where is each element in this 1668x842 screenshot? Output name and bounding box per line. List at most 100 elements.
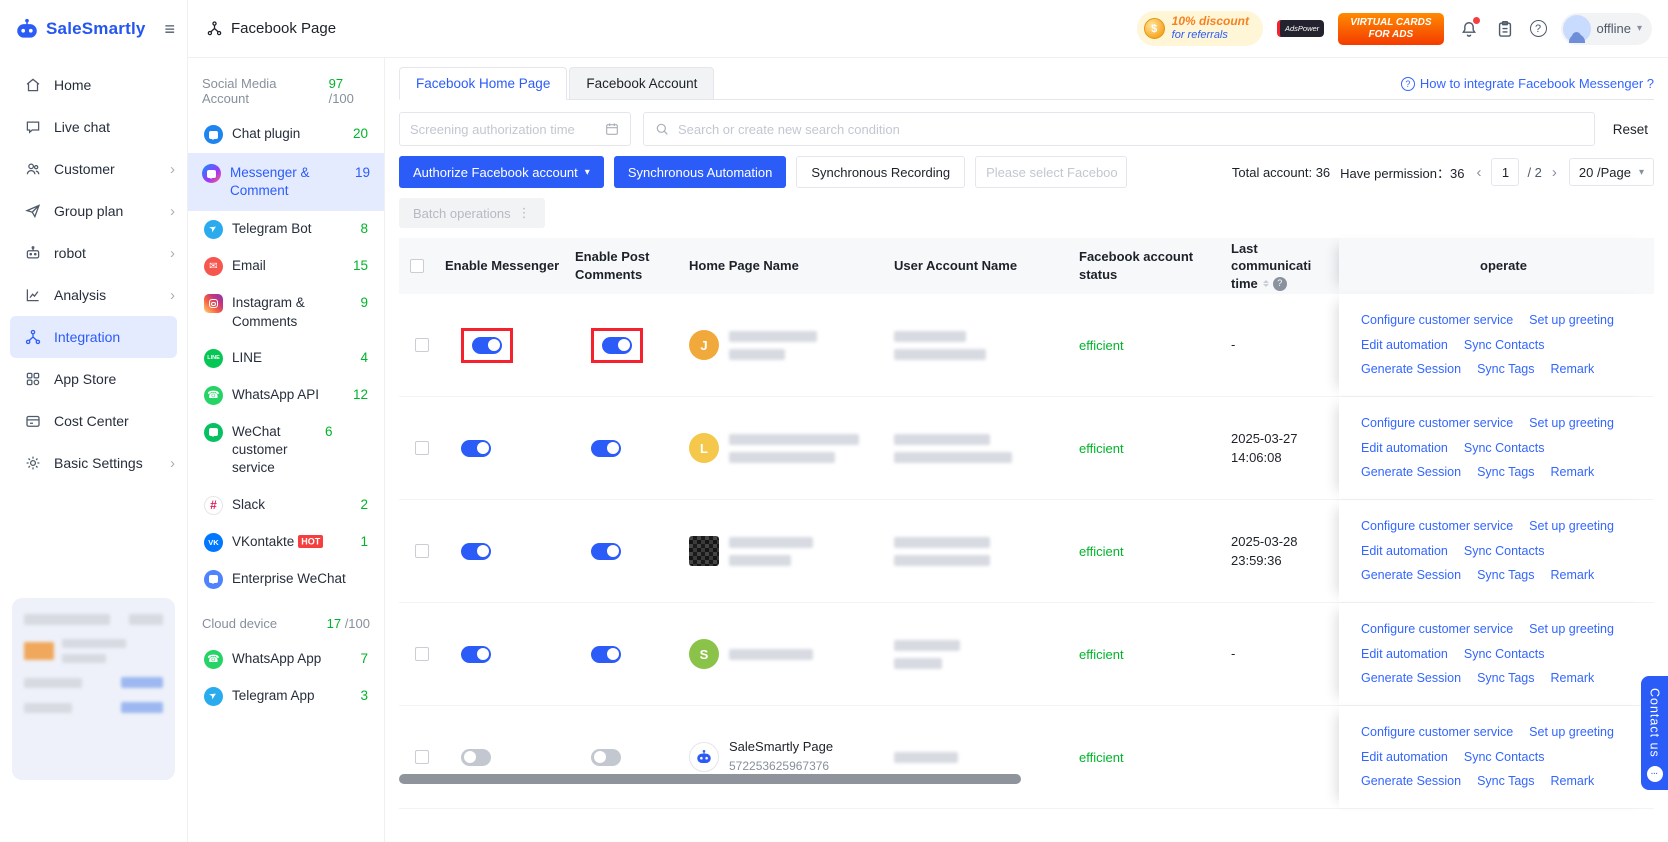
row-checkbox[interactable] [415, 647, 429, 661]
generate-session-link[interactable]: Generate Session [1361, 667, 1461, 690]
sidebar-item-robot[interactable]: robot [0, 232, 187, 274]
synchronous-recording-button[interactable]: Synchronous Recording [796, 156, 966, 188]
authorize-facebook-button[interactable]: Authorize Facebook account [399, 156, 604, 188]
notifications-bell-icon[interactable] [1458, 15, 1481, 40]
sidebar-item-live-chat[interactable]: Live chat [0, 106, 187, 148]
sync-tags-link[interactable]: Sync Tags [1477, 770, 1534, 793]
tab-facebook-home-page[interactable]: Facebook Home Page [399, 67, 568, 100]
enable-post-comments-togg le[interactable] [591, 645, 621, 663]
facebook-select-input[interactable] [986, 164, 1163, 180]
set-up-greeting-link[interactable]: Set up greeting [1529, 412, 1614, 435]
referral-discount-badge[interactable]: 10% discount for referrals [1136, 11, 1263, 46]
edit-automation-link[interactable]: Edit automation [1361, 334, 1448, 357]
row-checkbox[interactable] [415, 338, 429, 352]
sync-tags-link[interactable]: Sync Tags [1477, 667, 1534, 690]
sidebar-item-app-store[interactable]: App Store [0, 358, 187, 400]
channel-item-whatsapp-app[interactable]: WhatsApp App 7 [200, 641, 372, 678]
channel-item-email[interactable]: Email 15 [200, 248, 372, 285]
authorization-time-filter[interactable] [399, 112, 631, 146]
remark-link[interactable]: Remark [1551, 358, 1595, 381]
page-size-select[interactable]: 20 /Page [1568, 158, 1654, 186]
edit-automation-link[interactable]: Edit automation [1361, 643, 1448, 666]
next-page-button[interactable] [1550, 164, 1559, 181]
set-up-greeting-link[interactable]: Set up greeting [1529, 309, 1614, 332]
enable-post-comments-toggle[interactable] [591, 542, 621, 560]
channel-item-enterprise-wechat[interactable]: Enterprise WeChat [200, 561, 372, 598]
search-condition-box[interactable] [643, 112, 1595, 146]
sync-tags-link[interactable]: Sync Tags [1477, 461, 1534, 484]
set-up-greeting-link[interactable]: Set up greeting [1529, 515, 1614, 538]
enable-messenger-toggle[interactable] [461, 748, 491, 766]
reset-button[interactable]: Reset [1607, 122, 1654, 137]
row-checkbox[interactable] [415, 544, 429, 558]
sync-tags-link[interactable]: Sync Tags [1477, 358, 1534, 381]
column-help-icon[interactable] [1272, 276, 1287, 291]
channel-item-vkontakte[interactable]: VKontakteHOT 1 [200, 524, 372, 561]
channel-item-messenger-comment[interactable]: Messenger & Comment 19 [188, 153, 384, 212]
enable-post-comments-toggle[interactable] [602, 336, 632, 354]
channel-item-line[interactable]: LINE 4 [200, 340, 372, 377]
row-checkbox[interactable] [415, 441, 429, 455]
sync-contacts-link[interactable]: Sync Contacts [1464, 334, 1545, 357]
sidebar-item-group-plan[interactable]: Group plan [0, 190, 187, 232]
sort-icon[interactable] [1262, 277, 1269, 291]
channel-item-telegram-bot[interactable]: Telegram Bot 8 [200, 211, 372, 248]
enable-messenger-toggle[interactable] [461, 542, 491, 560]
channel-item-chat-plugin[interactable]: Chat plugin 20 [200, 116, 372, 153]
remark-link[interactable]: Remark [1551, 667, 1595, 690]
edit-automation-link[interactable]: Edit automation [1361, 746, 1448, 769]
generate-session-link[interactable]: Generate Session [1361, 564, 1461, 587]
channel-item-telegram-app[interactable]: Telegram App 3 [200, 678, 372, 715]
facebook-select[interactable] [975, 156, 1163, 188]
set-up-greeting-link[interactable]: Set up greeting [1529, 618, 1614, 641]
sidebar-item-home[interactable]: Home [0, 64, 187, 106]
row-checkbox[interactable] [415, 750, 429, 764]
collapse-sidebar-icon[interactable] [164, 20, 175, 38]
batch-operations-button[interactable]: Batch operations [399, 198, 545, 228]
enable-messenger-toggle[interactable] [461, 645, 491, 663]
help-icon[interactable] [1529, 20, 1547, 37]
tab-facebook-account[interactable]: Facebook Account [569, 67, 715, 99]
horizontal-scrollbar[interactable] [399, 774, 1021, 784]
channel-item-whatsapp-api[interactable]: WhatsApp API 12 [200, 377, 372, 414]
clipboard-icon[interactable] [1494, 18, 1516, 40]
channel-item-slack[interactable]: Slack 2 [200, 487, 372, 524]
sync-contacts-link[interactable]: Sync Contacts [1464, 746, 1545, 769]
sync-contacts-link[interactable]: Sync Contacts [1464, 437, 1545, 460]
enable-messenger-toggle[interactable] [472, 336, 502, 354]
set-up-greeting-link[interactable]: Set up greeting [1529, 721, 1614, 744]
synchronous-automation-button[interactable]: Synchronous Automation [613, 156, 787, 188]
generate-session-link[interactable]: Generate Session [1361, 770, 1461, 793]
user-status-dropdown[interactable]: offline [1560, 12, 1652, 45]
enable-messenger-toggle[interactable] [461, 439, 491, 457]
sidebar-item-customer[interactable]: Customer [0, 148, 187, 190]
sidebar-item-cost-center[interactable]: Cost Center [0, 400, 187, 442]
integration-help-link[interactable]: How to integrate Facebook Messenger ? [1400, 76, 1654, 99]
channel-item-wechat-customer-service[interactable]: WeChat customer service 6 [200, 414, 372, 487]
sync-contacts-link[interactable]: Sync Contacts [1464, 643, 1545, 666]
sidebar-item-analysis[interactable]: Analysis [0, 274, 187, 316]
sync-tags-link[interactable]: Sync Tags [1477, 564, 1534, 587]
sidebar-item-basic-settings[interactable]: Basic Settings [0, 442, 187, 484]
virtual-cards-badge[interactable]: VIRTUAL CARDS FOR ADS [1338, 12, 1444, 45]
sidebar-item-integration[interactable]: Integration [10, 316, 177, 358]
remark-link[interactable]: Remark [1551, 564, 1595, 587]
configure-customer-service-link[interactable]: Configure customer service [1361, 721, 1513, 744]
contact-us-tab[interactable]: Contact us [1641, 676, 1668, 790]
remark-link[interactable]: Remark [1551, 461, 1595, 484]
configure-customer-service-link[interactable]: Configure customer service [1361, 412, 1513, 435]
configure-customer-service-link[interactable]: Configure customer service [1361, 515, 1513, 538]
adspower-badge[interactable]: AdsPower [1277, 19, 1325, 38]
enable-post-comments-toggle[interactable] [591, 748, 621, 766]
generate-session-link[interactable]: Generate Session [1361, 358, 1461, 381]
configure-customer-service-link[interactable]: Configure customer service [1361, 309, 1513, 332]
enable-post-comments-toggle[interactable] [591, 439, 621, 457]
channel-item-instagram[interactable]: Instagram & Comments 9 [200, 285, 372, 339]
edit-automation-link[interactable]: Edit automation [1361, 540, 1448, 563]
search-input[interactable] [678, 121, 1584, 137]
current-page-button[interactable]: 1 [1491, 158, 1520, 186]
sync-contacts-link[interactable]: Sync Contacts [1464, 540, 1545, 563]
previous-page-button[interactable] [1474, 164, 1483, 181]
configure-customer-service-link[interactable]: Configure customer service [1361, 618, 1513, 641]
edit-automation-link[interactable]: Edit automation [1361, 437, 1448, 460]
